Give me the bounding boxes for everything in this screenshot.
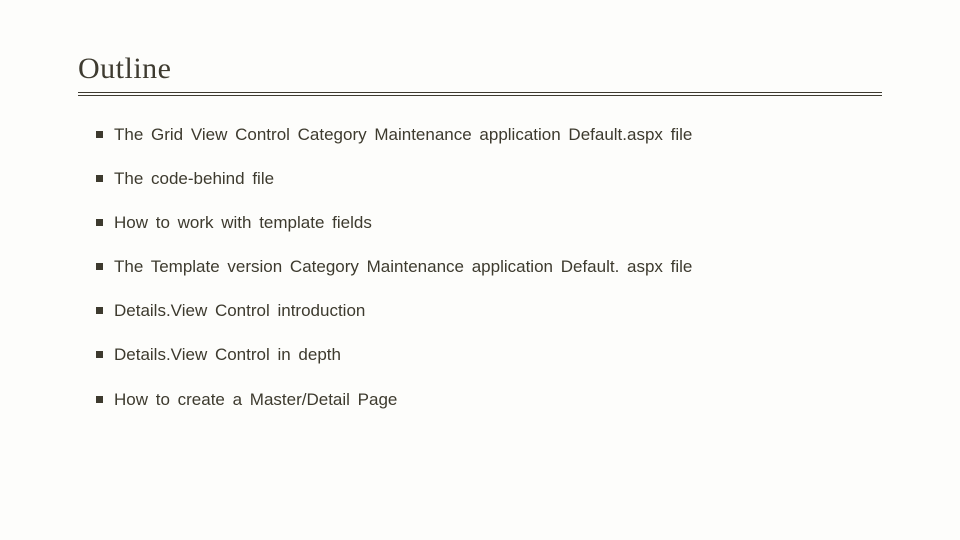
slide: Outline The Grid View Control Category M… [0,0,960,540]
square-bullet-icon [96,263,103,270]
square-bullet-icon [96,175,103,182]
list-item-text: Details.View Control introduction [114,301,365,320]
square-bullet-icon [96,307,103,314]
square-bullet-icon [96,351,103,358]
list-item: How to create a Master/Detail Page [96,389,882,411]
title-rule [78,92,882,96]
list-item-text: Details.View Control in depth [114,345,341,364]
square-bullet-icon [96,396,103,403]
list-item: How to work with template fields [96,212,882,234]
list-item-text: The Grid View Control Category Maintenan… [114,125,692,144]
list-item: The code-behind file [96,168,882,190]
square-bullet-icon [96,131,103,138]
slide-title: Outline [78,52,882,86]
list-item-text: How to work with template fields [114,213,372,232]
list-item-text: The code-behind file [114,169,274,188]
list-item-text: How to create a Master/Detail Page [114,390,397,409]
list-item: The Template version Category Maintenanc… [96,256,882,278]
list-item-text: The Template version Category Maintenanc… [114,257,692,276]
list-item: Details.View Control in depth [96,344,882,366]
list-item: The Grid View Control Category Maintenan… [96,124,882,146]
square-bullet-icon [96,219,103,226]
list-item: Details.View Control introduction [96,300,882,322]
outline-list: The Grid View Control Category Maintenan… [78,124,882,411]
